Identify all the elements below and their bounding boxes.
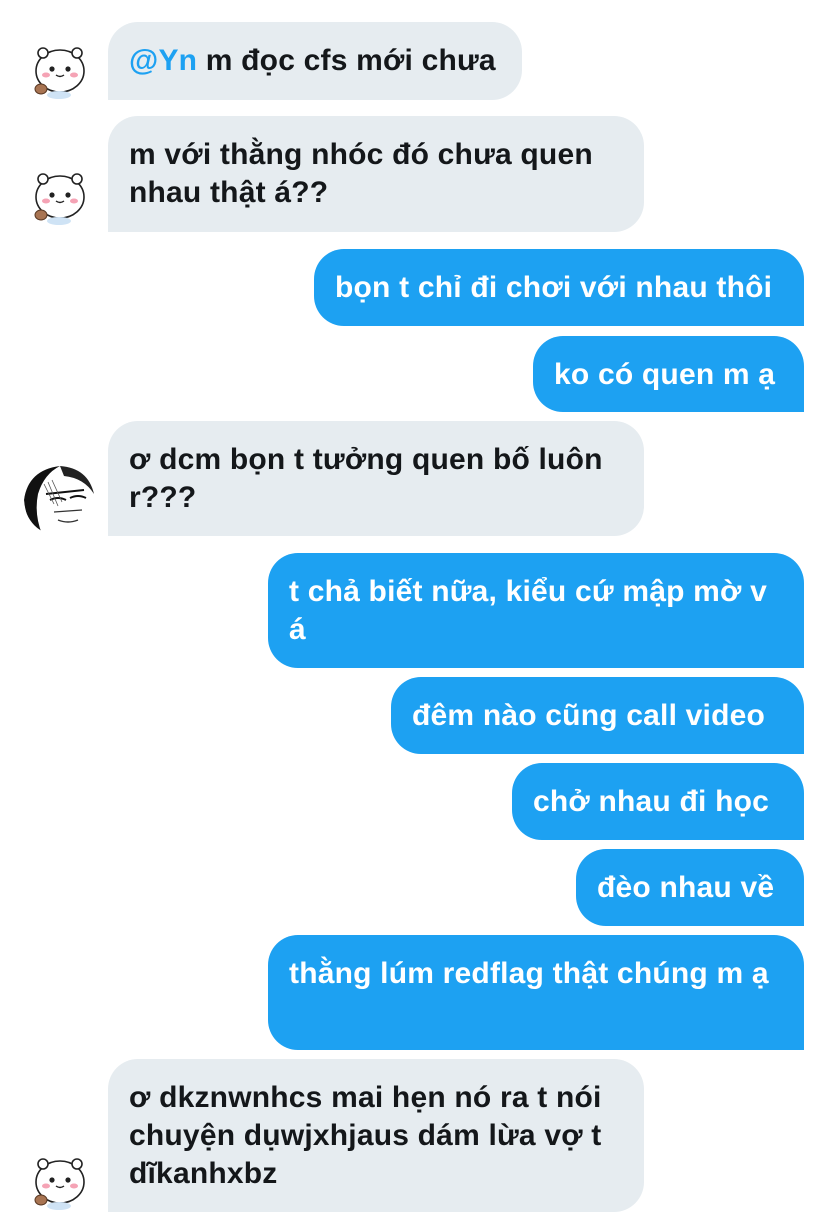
message-text: bọn t chỉ đi chơi với nhau thôi — [335, 271, 773, 304]
sketch-face-avatar-icon[interactable] — [24, 464, 96, 536]
message-bubble-incoming[interactable]: @Yn m đọc cfs mới chưa — [108, 22, 522, 100]
message-bubble-incoming[interactable]: ơ dkznwnhcs mai hẹn nó ra t nói chuyện d… — [108, 1059, 644, 1212]
message-bubble-outgoing[interactable]: t chả biết nữa, kiểu cứ mập mờ v á — [268, 553, 804, 668]
bear-avatar-icon[interactable] — [26, 37, 92, 103]
message-text: ơ dcm bọn t tưởng quen bố luôn r??? — [129, 443, 603, 514]
message-text: thằng lúm redflag thật chúng m ạ — [289, 957, 769, 990]
message-text: đèo nhau về — [597, 871, 775, 904]
message-bubble-outgoing[interactable]: bọn t chỉ đi chơi với nhau thôi — [314, 249, 804, 326]
message-bubble-outgoing[interactable]: ko có quen m ạ — [533, 336, 804, 412]
message-text: m với thằng nhóc đó chưa quen nhau thật … — [129, 138, 593, 209]
message-text: đêm nào cũng call video — [412, 699, 766, 732]
bear-avatar-icon[interactable] — [26, 1148, 92, 1214]
message-bubble-incoming[interactable]: m với thằng nhóc đó chưa quen nhau thật … — [108, 116, 644, 232]
message-bubble-outgoing[interactable]: đèo nhau về — [576, 849, 804, 926]
message-bubble-outgoing[interactable]: đêm nào cũng call video — [391, 677, 804, 754]
bear-avatar-icon[interactable] — [26, 163, 92, 229]
mention-link[interactable]: @Yn — [129, 44, 197, 77]
message-bubble-outgoing[interactable]: chở nhau đi học — [512, 763, 804, 840]
message-text: ơ dkznwnhcs mai hẹn nó ra t nói chuyện d… — [129, 1081, 602, 1190]
message-bubble-outgoing[interactable]: thằng lúm redflag thật chúng m ạ — [268, 935, 804, 1050]
message-text: ko có quen m ạ — [554, 358, 776, 391]
message-text: chở nhau đi học — [533, 785, 769, 818]
message-bubble-incoming[interactable]: ơ dcm bọn t tưởng quen bố luôn r??? — [108, 421, 644, 536]
message-text: m đọc cfs mới chưa — [197, 44, 496, 77]
message-text: t chả biết nữa, kiểu cứ mập mờ v á — [289, 575, 767, 646]
